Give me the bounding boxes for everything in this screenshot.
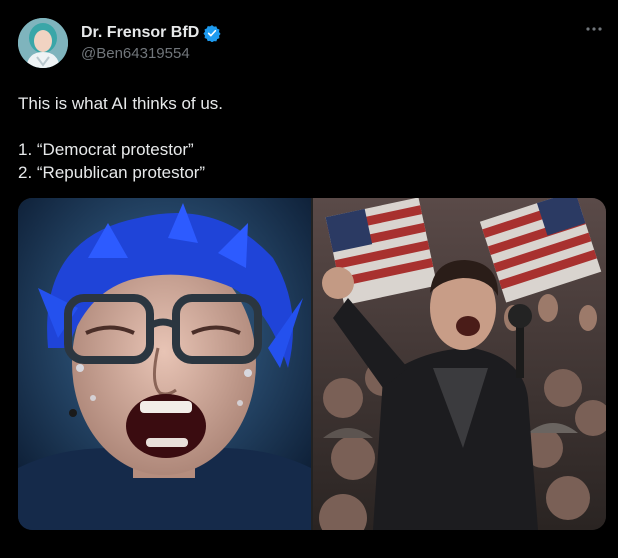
rally-man-image <box>313 198 606 530</box>
line-break <box>18 115 598 138</box>
list-item: 2. “Republican protestor” <box>18 163 206 182</box>
tweet: Dr. Frensor BfD @Ben64319554 This is wha… <box>0 0 618 558</box>
crying-person-image <box>18 198 311 530</box>
more-options-icon[interactable] <box>584 22 604 34</box>
handle[interactable]: @Ben64319554 <box>81 45 190 62</box>
avatar-image <box>18 18 68 68</box>
tweet-line: This is what AI thinks of us. <box>18 94 224 113</box>
list-item: 1. “Democrat protestor” <box>18 140 194 159</box>
display-name[interactable]: Dr. Frensor BfD <box>81 24 199 42</box>
media-image-left[interactable] <box>18 198 311 530</box>
media-image-right[interactable] <box>313 198 606 530</box>
verified-badge-icon <box>203 24 221 43</box>
name-row: Dr. Frensor BfD <box>81 24 221 43</box>
avatar[interactable] <box>18 18 68 68</box>
media-grid[interactable] <box>18 198 606 530</box>
tweet-text: This is what AI thinks of us. 1. “Democr… <box>18 92 598 184</box>
